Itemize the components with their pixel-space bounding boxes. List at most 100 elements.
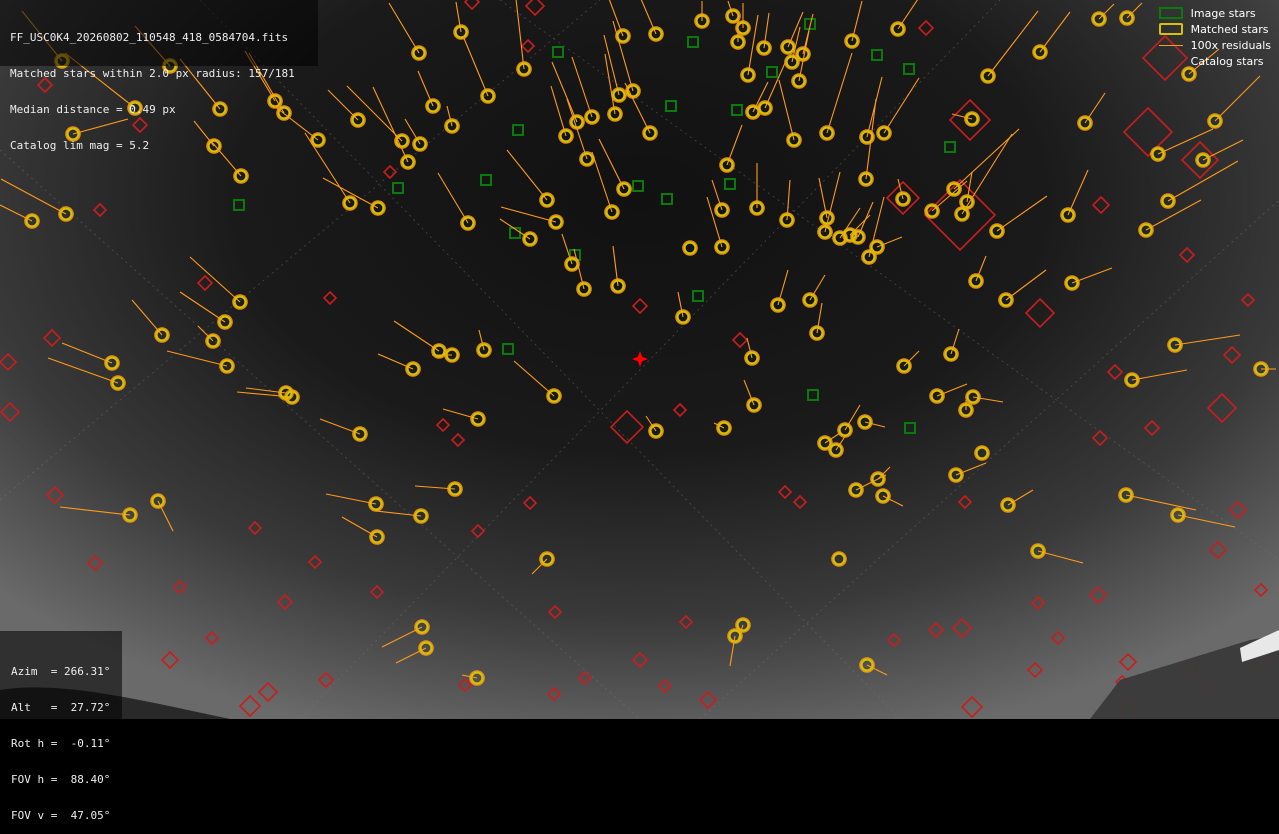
catalog-star-marker [463, 0, 481, 11]
catalog-star-marker [886, 632, 902, 648]
catalog-star-marker [450, 432, 466, 448]
catalog-star-marker [1088, 585, 1108, 605]
catalog-star-marker [524, 0, 546, 17]
image-star-marker [632, 180, 644, 192]
residual-line [1214, 75, 1261, 122]
residual-line [1125, 494, 1197, 511]
residual-line [551, 61, 578, 123]
catalog-star-swatch-icon [1159, 55, 1183, 67]
image-star-marker [552, 46, 564, 58]
residual-line [59, 506, 131, 516]
image-star-marker [665, 100, 677, 112]
catalog-star-marker [792, 494, 808, 510]
catalog-star-marker [307, 554, 323, 570]
residual-line [166, 350, 228, 367]
catalog-star-marker [0, 352, 18, 372]
catalog-star-marker [957, 494, 973, 510]
image-star-marker [871, 49, 883, 61]
catalog-star-marker [631, 651, 649, 669]
residual-line [550, 85, 567, 137]
catalog-star-marker [917, 19, 935, 37]
altitude-text: Alt = 27.72° [11, 701, 111, 714]
catalog-star-marker [160, 650, 180, 670]
residual-line [189, 256, 241, 303]
residual-line [598, 138, 625, 190]
residual-line [515, 0, 525, 70]
residual-line [1131, 369, 1188, 381]
catalog-star-marker [577, 670, 593, 686]
catalog-star-marker [204, 630, 220, 646]
residual-line [903, 350, 920, 367]
catalog-star-marker [927, 621, 945, 639]
residual-line [996, 195, 1048, 232]
residual-line [603, 34, 620, 96]
catalog-star-marker [0, 401, 21, 423]
legend-residuals: 100x residuals [1158, 37, 1271, 53]
catalog-star-marker [317, 671, 335, 689]
residual-line [506, 149, 548, 201]
residual-line [500, 206, 557, 223]
catalog-star-marker [470, 523, 486, 539]
image-star-marker [692, 290, 704, 302]
catalog-star-marker [369, 584, 385, 600]
residual-line [437, 172, 469, 224]
residual-line [372, 86, 409, 163]
residual-line [987, 10, 1039, 77]
residual-line [388, 2, 420, 54]
catalog-star-marker [1106, 363, 1124, 381]
catalog-star-marker [678, 614, 694, 630]
legend-catalog-stars: Catalog stars [1159, 53, 1271, 69]
residual-line [179, 291, 226, 323]
matched-star-swatch-icon [1158, 23, 1183, 35]
catalog-star-marker [1091, 195, 1111, 215]
residual-line [393, 320, 440, 352]
residual-line [197, 325, 214, 342]
catalog-star-marker [435, 417, 451, 433]
legend-image-stars: Image stars [1158, 5, 1271, 21]
catalog-star-marker [522, 495, 538, 511]
catalog-star-marker [257, 681, 279, 703]
catalog-star-marker [1178, 246, 1196, 264]
filename-text: FF_USC0K4_20260802_110548_418_0584704.fi… [10, 31, 289, 44]
image-star-marker [807, 389, 819, 401]
residual-line [844, 404, 861, 431]
image-star-marker [233, 199, 245, 211]
fov-horizontal-text: FOV h = 88.40° [11, 773, 111, 786]
image-star-marker [480, 174, 492, 186]
legend-matched-stars: Matched stars [1158, 21, 1271, 37]
catalog-star-marker [1050, 630, 1066, 646]
residual-line [1157, 128, 1214, 155]
catalog-star-marker [382, 164, 398, 180]
catalog-star-marker [322, 290, 338, 306]
catalog-star-marker [1030, 595, 1046, 611]
residual-line [1126, 2, 1143, 19]
catalog-star-marker [45, 485, 65, 505]
catalog-star-marker [731, 331, 749, 349]
catalog-star-marker [698, 690, 718, 710]
residual-line [1177, 514, 1236, 528]
rotation-text: Rot h = -0.11° [11, 737, 111, 750]
image-star-marker [661, 193, 673, 205]
image-star-marker [904, 422, 916, 434]
residual-line [531, 558, 548, 575]
catalog-star-marker [520, 38, 536, 54]
residual-line [809, 274, 826, 301]
azimuth-text: Azim = 266.31° [11, 665, 111, 678]
matched-star-marker [683, 241, 697, 255]
residual-line [883, 77, 920, 134]
image-star-marker [766, 66, 778, 78]
catalog-star-marker [951, 617, 973, 639]
catalog-star-marker [1228, 500, 1248, 520]
residual-line [0, 178, 67, 215]
image-star-marker [731, 104, 743, 116]
image-star-marker [724, 178, 736, 190]
residual-line [513, 360, 555, 397]
image-star-marker [502, 343, 514, 355]
image-star-marker [903, 63, 915, 75]
image-star-marker [392, 182, 404, 194]
catalog-star-marker [777, 484, 793, 500]
residual-line [778, 79, 795, 141]
catalog-star-marker [1024, 297, 1056, 329]
fov-vertical-text: FOV v = 47.05° [11, 809, 111, 822]
residual-line [1007, 489, 1034, 506]
